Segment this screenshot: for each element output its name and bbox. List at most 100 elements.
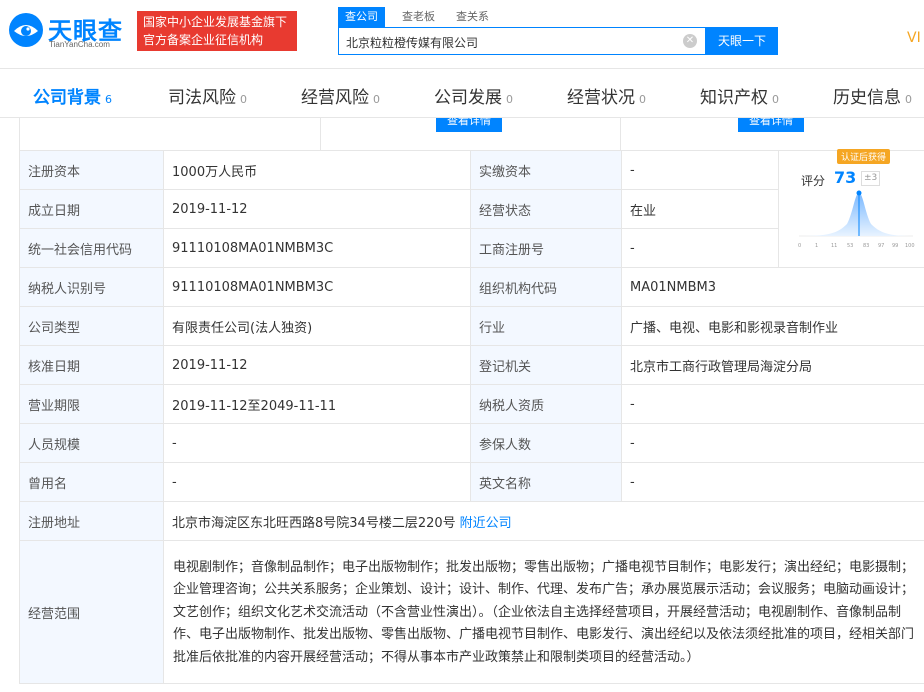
biz-reg-no-value: - (621, 228, 779, 268)
score-label: 评分 (801, 174, 826, 188)
fund-banner: 国家中小企业发展基金旗下 官方备案企业征信机构 (137, 11, 297, 51)
insured-value: - (621, 423, 924, 463)
table-row: 注册资本 1000万人民币 实缴资本 - 认证后获得 评分 73 ±3 0 1 … (19, 149, 924, 268)
tick-label: 100 (905, 243, 915, 249)
section-nav: 公司背景 6 司法风险 0 经营风险 0 公司发展 0 经营状况 0 知识产权 0 历史信息… (0, 68, 924, 118)
table-row: 曾用名 - 英文名称 - (19, 462, 924, 502)
tick-label: 11 (831, 243, 837, 249)
nav-operation-risk[interactable]: 经营风险 0 (301, 83, 380, 108)
approve-date-value: 2019-11-12 (163, 345, 471, 385)
paid-capital-value: - (621, 150, 779, 190)
tab-search-company[interactable]: 查公司 (338, 7, 385, 27)
nav-label: 司法风险 (168, 88, 236, 108)
nav-label: 公司发展 (434, 88, 502, 108)
biz-term-label: 营业期限 (19, 384, 164, 424)
industry-value: 广播、电视、电影和影视录音制作业 (621, 306, 924, 346)
reg-capital-value: 1000万人民币 (163, 150, 471, 190)
taxpayer-qual-value: - (621, 384, 924, 424)
status-label: 经营状态 (470, 189, 622, 229)
credit-code-label: 统一社会信用代码 (19, 228, 164, 268)
search-button[interactable]: 天眼一下 (706, 27, 778, 55)
industry-label: 行业 (470, 306, 622, 346)
nav-label: 经营风险 (301, 88, 369, 108)
previous-section-bottom: 查看详情 查看详情 (0, 118, 924, 150)
nav-count: 0 (772, 93, 779, 106)
reg-capital-label: 注册资本 (19, 150, 164, 190)
logo-subtitle: TianYanCha.com (49, 40, 110, 49)
banner-line-1: 国家中小企业发展基金旗下 (143, 15, 288, 29)
search-input[interactable]: 北京粒粒橙传媒有限公司 ✕ (338, 27, 706, 55)
tax-id-label: 纳税人识别号 (19, 267, 164, 307)
address-cell: 北京市海淀区东北旺西路8号院34号楼二层220号 附近公司 (163, 501, 924, 541)
nav-intellectual-property[interactable]: 知识产权 0 (700, 83, 779, 108)
former-name-label: 曾用名 (19, 462, 164, 502)
nav-label: 知识产权 (700, 88, 768, 108)
english-name-label: 英文名称 (470, 462, 622, 502)
found-date-label: 成立日期 (19, 189, 164, 229)
nav-judicial-risk[interactable]: 司法风险 0 (168, 83, 247, 108)
company-type-value: 有限责任公司(法人独资) (163, 306, 471, 346)
tick-label: 0 (798, 243, 801, 249)
reg-authority-label: 登记机关 (470, 345, 622, 385)
status-value: 在业 (621, 189, 779, 229)
table-row: 人员规模 - 参保人数 - (19, 423, 924, 463)
taxpayer-qual-label: 纳税人资质 (470, 384, 622, 424)
business-info-table: 注册资本 1000万人民币 实缴资本 - 认证后获得 评分 73 ±3 0 1 … (19, 149, 924, 684)
tab-search-relation[interactable]: 查关系 (456, 8, 489, 24)
staff-size-label: 人员规模 (19, 423, 164, 463)
found-date-value: 2019-11-12 (163, 189, 471, 229)
nav-operation-status[interactable]: 经营状况 0 (567, 83, 646, 108)
staff-size-value: - (163, 423, 471, 463)
banner-line-2: 官方备案企业征信机构 (143, 33, 264, 47)
insured-label: 参保人数 (470, 423, 622, 463)
credit-code-value: 91110108MA01NMBM3C (163, 228, 471, 268)
nav-count: 0 (506, 93, 513, 106)
vip-link[interactable]: VI (907, 30, 921, 46)
tick-label: 83 (863, 243, 869, 249)
nav-label: 经营状况 (567, 88, 635, 108)
divider (620, 118, 621, 150)
clear-icon[interactable]: ✕ (683, 34, 697, 48)
nav-history[interactable]: 历史信息 0 (833, 83, 912, 108)
nav-label: 公司背景 (33, 88, 101, 108)
address-value: 北京市海淀区东北旺西路8号院34号楼二层220号 (172, 515, 456, 531)
table-row: 经营范围 电视剧制作；音像制品制作；电子出版物制作；批发出版物；零售出版物；广播… (19, 540, 924, 684)
cert-badge: 认证后获得 (837, 149, 891, 164)
search-input-value: 北京粒粒橙传媒有限公司 (346, 36, 479, 50)
divider (19, 118, 20, 150)
nav-count: 0 (373, 93, 380, 106)
business-scope-value: 电视剧制作；音像制品制作；电子出版物制作；批发出版物；零售出版物；广播电视节目制… (163, 540, 924, 684)
org-code-value: MA01NMBM3 (621, 267, 924, 307)
tick-label: 99 (892, 243, 898, 249)
table-row: 纳税人识别号 91110108MA01NMBM3C 组织机构代码 MA01NMB… (19, 267, 924, 307)
score-box: 认证后获得 评分 73 ±3 0 1 11 53 83 97 99 100 (779, 149, 924, 268)
tab-search-boss[interactable]: 查老板 (402, 8, 435, 24)
score-distribution-chart: 0 1 11 53 83 97 99 100 (798, 190, 915, 249)
table-row: 核准日期 2019-11-12 登记机关 北京市工商行政管理局海淀分局 (19, 345, 924, 385)
nav-company-background[interactable]: 公司背景 6 (33, 83, 112, 108)
nav-count: 0 (905, 93, 912, 106)
tick-label: 53 (847, 243, 853, 249)
view-details-button[interactable]: 查看详情 (436, 118, 502, 132)
view-details-button[interactable]: 查看详情 (738, 118, 804, 132)
score-value: 73 (834, 168, 857, 187)
nav-company-development[interactable]: 公司发展 0 (434, 83, 513, 108)
biz-term-value: 2019-11-12至2049-11-11 (163, 384, 471, 424)
tick-label: 1 (815, 243, 818, 249)
tick-label: 97 (878, 243, 884, 249)
logo-eye-icon (9, 13, 43, 47)
company-type-label: 公司类型 (19, 306, 164, 346)
nearby-companies-link[interactable]: 附近公司 (460, 516, 512, 531)
approve-date-label: 核准日期 (19, 345, 164, 385)
org-code-label: 组织机构代码 (470, 267, 622, 307)
divider (320, 118, 321, 150)
logo[interactable]: 天眼查 TianYanCha.com (8, 10, 130, 54)
top-header: 天眼查 TianYanCha.com 国家中小企业发展基金旗下 官方备案企业征信… (0, 0, 924, 66)
tax-id-value: 91110108MA01NMBM3C (163, 267, 471, 307)
score-panel[interactable]: 认证后获得 评分 73 ±3 0 1 11 53 83 97 99 100 (778, 149, 924, 268)
table-row: 公司类型 有限责任公司(法人独资) 行业 广播、电视、电影和影视录音制作业 (19, 306, 924, 346)
nav-label: 历史信息 (833, 88, 901, 108)
table-row: 注册地址 北京市海淀区东北旺西路8号院34号楼二层220号 附近公司 (19, 501, 924, 541)
score-delta: ±3 (861, 171, 881, 186)
address-label: 注册地址 (19, 501, 164, 541)
